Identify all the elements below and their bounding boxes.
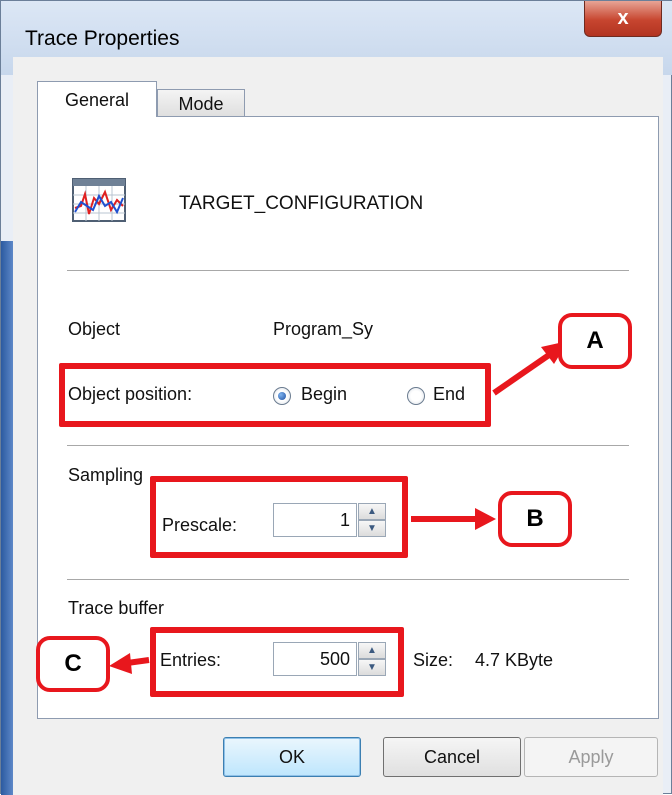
trace-chart-icon — [72, 178, 126, 222]
window-frame-edge — [1, 241, 13, 795]
callout-c: C — [36, 636, 110, 692]
callout-a-label: A — [586, 327, 604, 354]
separator — [67, 445, 629, 446]
annotation-box-b — [150, 476, 408, 558]
close-button[interactable]: x — [584, 1, 662, 37]
sampling-group-label: Sampling — [68, 465, 144, 485]
window-title: Trace Properties — [25, 27, 180, 50]
configuration-name: TARGET_CONFIGURATION — [179, 193, 424, 214]
annotation-box-c — [150, 627, 404, 697]
object-label: Object — [68, 319, 121, 339]
trace-properties-window: Trace Properties x Mode General TARGET_C… — [0, 0, 672, 795]
callout-a: A — [558, 313, 632, 369]
callout-b: B — [498, 491, 572, 547]
size-value: 4.7 KByte — [475, 650, 554, 670]
close-icon: x — [617, 7, 629, 29]
separator — [67, 579, 629, 580]
tab-mode-label: Mode — [178, 94, 224, 114]
trace-buffer-group-label: Trace buffer — [68, 598, 165, 618]
annotation-box-a — [59, 363, 491, 427]
size-label: Size: — [413, 650, 454, 670]
separator — [67, 270, 629, 271]
cancel-button[interactable]: Cancel — [383, 737, 521, 777]
callout-b-label: B — [526, 505, 544, 532]
callout-c-label: C — [64, 650, 82, 677]
tab-mode[interactable]: Mode — [157, 89, 245, 117]
tab-general[interactable]: General — [37, 81, 157, 117]
apply-button[interactable]: Apply — [524, 737, 658, 777]
object-value: Program_Sy — [273, 319, 374, 339]
ok-button[interactable]: OK — [223, 737, 361, 777]
tab-general-label: General — [64, 90, 130, 110]
